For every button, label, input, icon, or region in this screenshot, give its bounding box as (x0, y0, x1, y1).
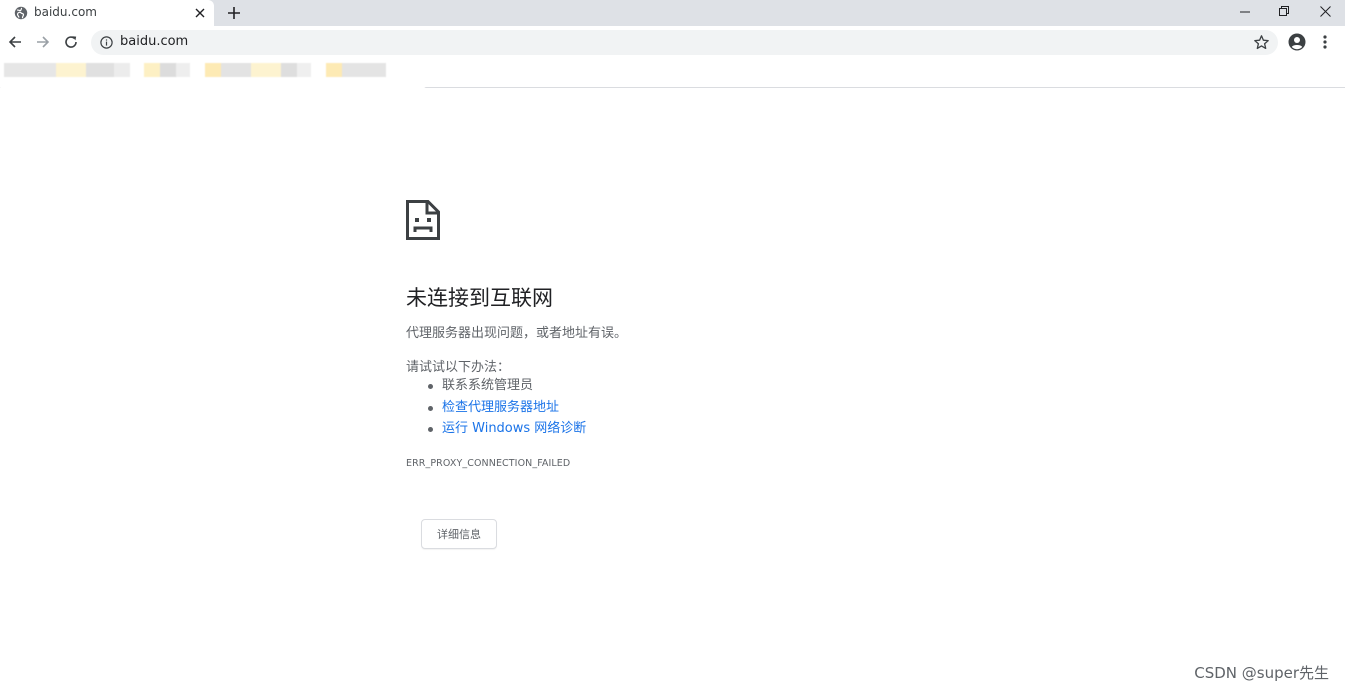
window-close-icon[interactable] (1305, 0, 1345, 22)
restore-icon[interactable] (1264, 0, 1304, 22)
error-page: 未连接到互联网 代理服务器出现问题，或者地址有误。 请试试以下办法： 联系系统管… (0, 88, 1345, 691)
url-text[interactable]: baidu.com (120, 34, 188, 49)
list-item: 联系系统管理员 (406, 375, 586, 397)
tab-strip: baidu.com (0, 0, 1345, 26)
check-proxy-link[interactable]: 检查代理服务器地址 (442, 400, 559, 415)
address-bar[interactable]: baidu.com (91, 30, 1278, 55)
arrow-right-icon[interactable] (32, 31, 54, 53)
close-icon[interactable] (191, 4, 209, 22)
sad-document-icon (406, 200, 440, 240)
details-button[interactable]: 详细信息 (421, 519, 497, 549)
tab-title: baidu.com (34, 5, 97, 19)
minimize-icon[interactable] (1225, 0, 1265, 22)
plus-icon[interactable] (224, 3, 244, 23)
suggestions-list: 联系系统管理员 检查代理服务器地址 运行 Windows 网络诊断 (406, 375, 586, 440)
bookmarks-bar (0, 59, 1345, 92)
tab-active[interactable]: baidu.com (0, 0, 214, 26)
reload-icon[interactable] (60, 31, 82, 53)
star-icon[interactable] (1253, 34, 1270, 51)
info-icon[interactable] (100, 36, 113, 49)
globe-icon (14, 6, 28, 20)
more-vert-icon[interactable] (1314, 31, 1336, 53)
browser-toolbar: baidu.com (0, 26, 1345, 59)
suggestion-contact-admin: 联系系统管理员 (442, 378, 534, 393)
watermark: CSDN @super先生 (1194, 664, 1329, 682)
suggestions-heading: 请试试以下办法： (406, 360, 511, 375)
list-item: 检查代理服务器地址 (406, 397, 586, 419)
list-item: 运行 Windows 网络诊断 (406, 418, 586, 440)
run-network-diagnostics-link[interactable]: 运行 Windows 网络诊断 (442, 421, 586, 436)
error-title: 未连接到互联网 (406, 286, 553, 310)
error-code: ERR_PROXY_CONNECTION_FAILED (406, 458, 571, 469)
error-description: 代理服务器出现问题，或者地址有误。 (406, 326, 628, 341)
account-circle-icon[interactable] (1286, 31, 1308, 53)
arrow-left-icon[interactable] (4, 31, 26, 53)
